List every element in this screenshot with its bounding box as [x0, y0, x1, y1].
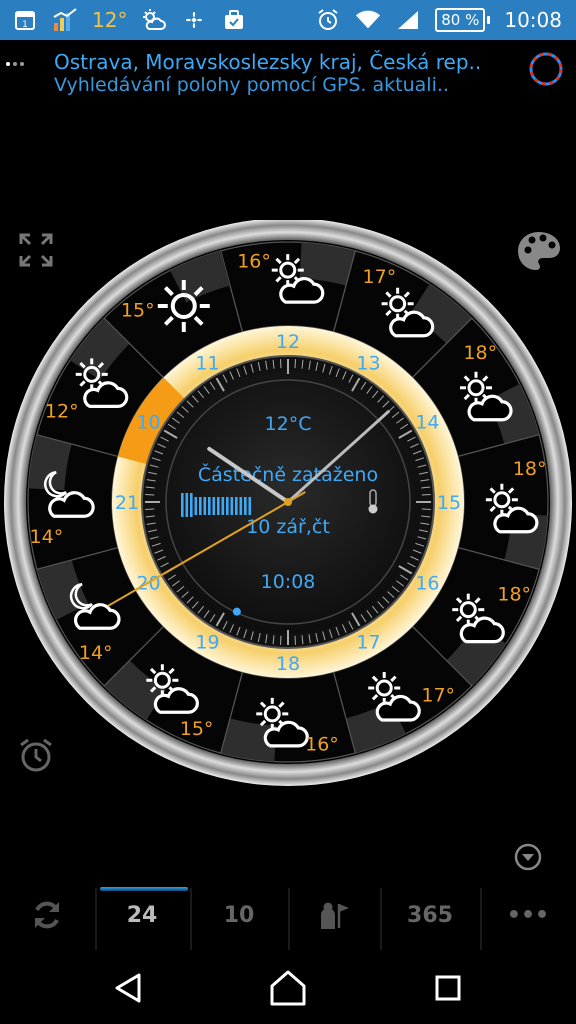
hour-label: 18	[276, 653, 300, 675]
wifi-icon	[355, 7, 381, 33]
user-flag-icon	[321, 902, 349, 929]
digital-time: 10:08	[261, 571, 316, 593]
hour-label: 11	[195, 353, 219, 375]
home-icon[interactable]	[266, 966, 310, 1010]
hand-pivot	[284, 498, 292, 506]
forecast-temp: 16°	[305, 734, 339, 756]
sunset-marker	[232, 607, 241, 616]
forecast-segment: 16°	[219, 671, 357, 763]
refresh-icon	[35, 901, 59, 929]
forecast-segment: 14°	[27, 433, 119, 571]
status-time: 10:08	[504, 8, 562, 32]
briefcase-icon	[221, 7, 247, 33]
current-temperature: 12°C	[265, 413, 312, 435]
hour-label: 10	[136, 412, 160, 434]
battery-level: 80 %	[435, 8, 486, 32]
status-bar: 1 12° 80 % 10:08	[0, 0, 576, 40]
hour-label: 21	[115, 492, 139, 514]
hour-label: 13	[356, 353, 380, 375]
partly-cloudy-icon	[141, 7, 167, 33]
forecast-temp: 18°	[513, 458, 547, 480]
forecast-temp: 14°	[79, 642, 113, 664]
tab-365[interactable]: 365	[382, 880, 478, 950]
weather-clock[interactable]: 16° 17° 18° 18° 18° 17° 16° 15° 14° 14° 12° 15° 12 13…	[0, 218, 576, 800]
hour-label: 14	[415, 412, 439, 434]
tab-user-flag[interactable]	[290, 880, 378, 950]
tab-24[interactable]: 24	[96, 880, 188, 950]
tab-10[interactable]: 10	[192, 880, 286, 950]
hour-label: 19	[195, 631, 219, 653]
forecast-temp: 17°	[421, 684, 455, 706]
location-header[interactable]: Ostrava, Moravskoslezsky kraj, Česká rep…	[0, 46, 576, 102]
page-dot	[13, 62, 17, 66]
back-icon[interactable]	[106, 966, 150, 1010]
calendar-icon: 1	[12, 7, 38, 33]
battery-indicator: 80 %	[435, 8, 491, 32]
recents-icon[interactable]	[426, 966, 470, 1010]
svg-text:1: 1	[22, 20, 28, 30]
hour-label: 12	[276, 331, 300, 353]
hour-label: 17	[356, 631, 380, 653]
forecast-temp: 12°	[45, 401, 79, 423]
forecast-temp: 16°	[237, 250, 271, 272]
forecast-segment: 18°	[457, 433, 549, 571]
tab-refresh[interactable]	[14, 880, 80, 950]
forecast-temp: 15°	[180, 718, 214, 740]
hour-label: 15	[437, 492, 461, 514]
forecast-temp: 14°	[30, 526, 64, 548]
forecast-segment: 16°	[219, 241, 357, 333]
forecast-temp: 15°	[121, 300, 155, 322]
hour-label: 16	[415, 573, 439, 595]
forecast-temp: 18°	[497, 583, 531, 605]
location-name[interactable]: Ostrava, Moravskoslezsky kraj, Česká rep…	[54, 50, 481, 74]
refresh-progress-icon[interactable]	[526, 49, 566, 89]
navigation-bar	[0, 950, 576, 1024]
forecast-temp: 17°	[363, 266, 397, 288]
page-dot	[20, 62, 24, 66]
location-status: Vyhledávání polohy pomocí GPS. aktuali..	[54, 74, 449, 96]
current-condition: Částečně zataženo	[198, 462, 378, 486]
expand-down-icon[interactable]	[513, 842, 543, 872]
page-dot	[6, 62, 10, 66]
tab-bar: 24 10 365 •••	[0, 880, 576, 950]
clock-face[interactable]: 16° 17° 18° 18° 18° 17° 16° 15° 14° 14° 12° 15° 12 13…	[0, 218, 576, 800]
weather-chart-icon	[52, 7, 78, 33]
alarm-icon	[315, 7, 341, 33]
page-indicator	[6, 62, 24, 66]
status-temperature: 12°	[92, 8, 128, 32]
signal-icon	[395, 7, 421, 33]
forecast-temp: 18°	[463, 342, 497, 364]
more-icon[interactable]: •••	[484, 880, 572, 950]
fan-icon	[181, 7, 207, 33]
